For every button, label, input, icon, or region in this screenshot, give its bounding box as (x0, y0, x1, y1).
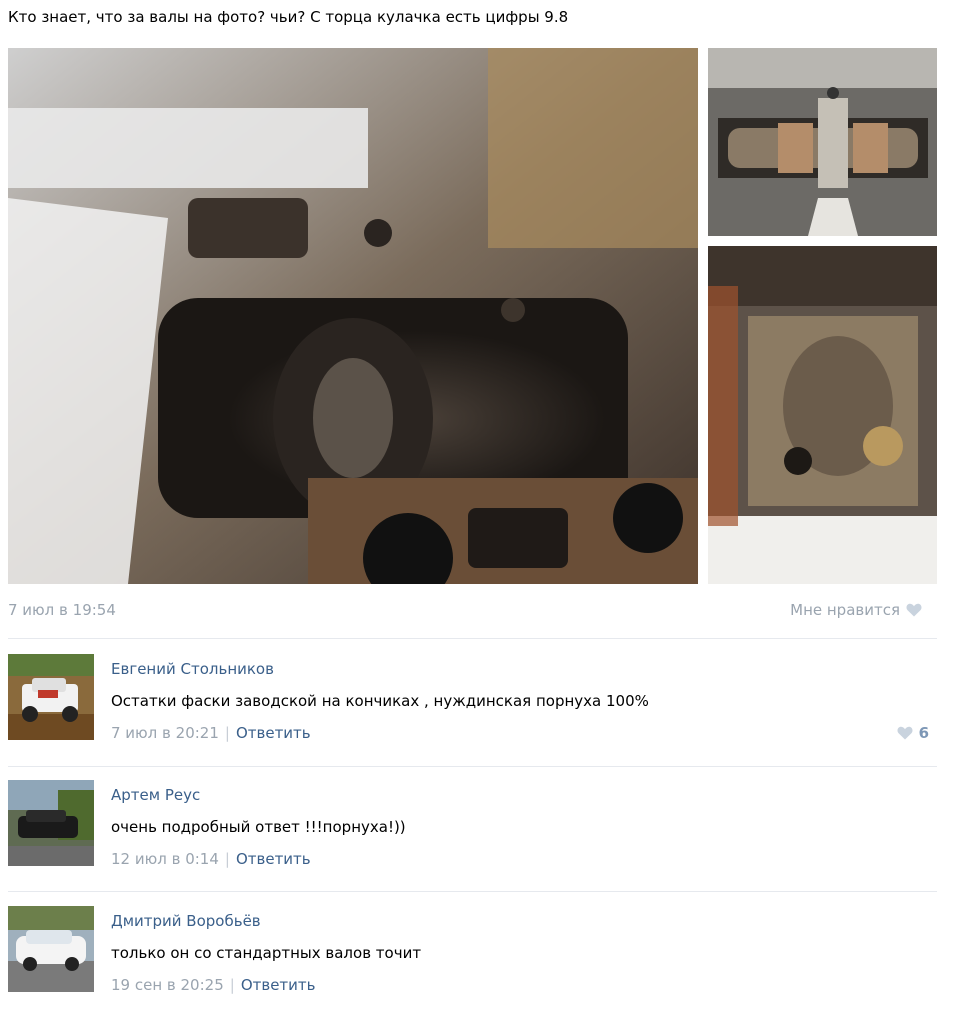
avatar[interactable] (8, 654, 94, 740)
comment-author[interactable]: Дмитрий Воробьёв (111, 912, 261, 930)
comment-like-button[interactable]: 6 (897, 724, 929, 742)
post-photo-2[interactable] (708, 48, 937, 236)
comment-date[interactable]: 7 июл в 20:21 (111, 724, 219, 742)
like-count: 6 (918, 724, 929, 742)
divider (8, 766, 937, 767)
separator: | (229, 976, 235, 994)
comment-text: только он со стандартных валов точит (111, 944, 422, 962)
reply-link[interactable]: Ответить (241, 976, 316, 994)
reply-link[interactable]: Ответить (236, 724, 311, 742)
comment-author[interactable]: Артем Реус (111, 786, 200, 804)
comment-date[interactable]: 12 июл в 0:14 (111, 850, 219, 868)
separator: | (224, 850, 230, 868)
like-label: Мне нравится (790, 601, 900, 619)
comment-item: Артем Реус очень подробный ответ !!!порн… (8, 780, 937, 876)
post-text: Кто знает, что за валы на фото? чьи? С т… (8, 8, 569, 26)
comment-footer: 12 июл в 0:14 | Ответить (111, 850, 311, 868)
like-button[interactable]: Мне нравится (790, 601, 922, 619)
divider (8, 891, 937, 892)
comment-author[interactable]: Евгений Стольников (111, 660, 274, 678)
comment-footer: 7 июл в 20:21 | Ответить (111, 724, 311, 742)
post-photo-main[interactable] (8, 48, 698, 584)
comment-date[interactable]: 19 сен в 20:25 (111, 976, 224, 994)
reply-link[interactable]: Ответить (236, 850, 311, 868)
comment-item: Дмитрий Воробьёв только он со стандартны… (8, 906, 937, 1002)
avatar[interactable] (8, 906, 94, 992)
comment-text: Остатки фаски заводской на кончиках , ну… (111, 692, 649, 710)
divider (8, 638, 937, 639)
separator: | (224, 724, 230, 742)
post-date[interactable]: 7 июл в 19:54 (8, 601, 116, 619)
comment-item: Евгений Стольников Остатки фаски заводск… (8, 654, 937, 750)
heart-icon (897, 726, 913, 740)
comment-text: очень подробный ответ !!!порнуха!)) (111, 818, 406, 836)
comment-footer: 19 сен в 20:25 | Ответить (111, 976, 316, 994)
avatar[interactable] (8, 780, 94, 866)
post-photo-3[interactable] (708, 246, 937, 584)
heart-icon (906, 603, 922, 617)
